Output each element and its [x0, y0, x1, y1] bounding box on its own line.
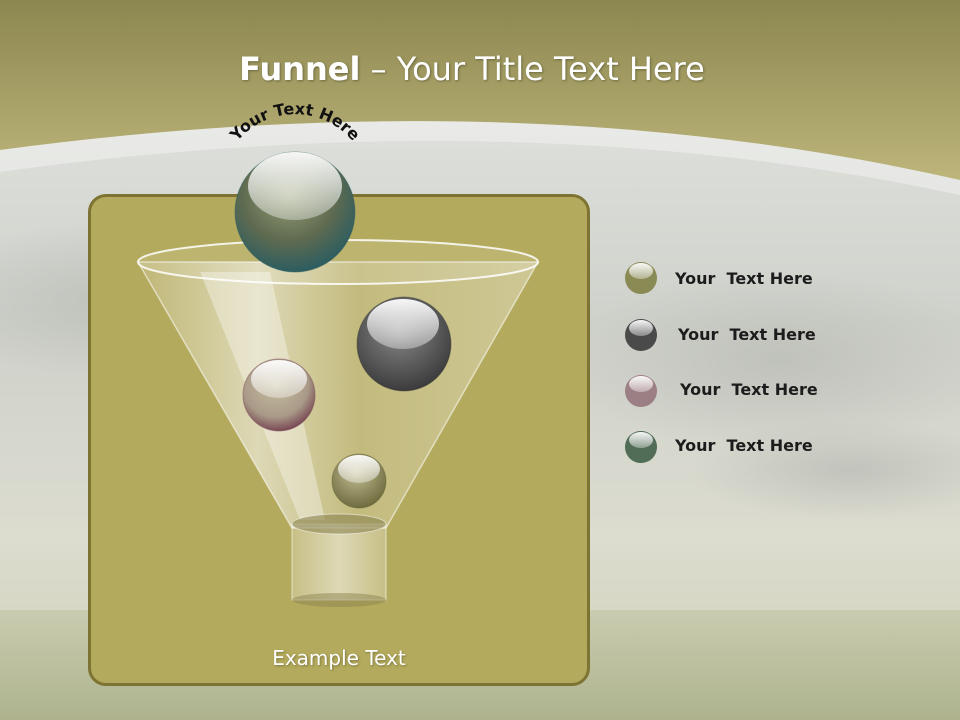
sphere-teal-top: [234, 151, 356, 273]
funnel-spout-bottom: [292, 593, 386, 607]
maroon-sphere-icon: [625, 375, 657, 407]
sphere-olive: [331, 453, 387, 509]
funnel-diagram: Your Text Here: [136, 99, 657, 607]
panel-label: Example Text: [272, 646, 406, 670]
legend-label-2: Your Text Here: [678, 325, 816, 344]
teal-sphere-icon: [625, 431, 657, 463]
sphere-maroon: [242, 358, 316, 432]
legend-label-3: Your Text Here: [680, 380, 818, 399]
funnel-spout: [291, 523, 387, 601]
funnel-spout-top: [291, 513, 387, 535]
sphere-gray: [356, 296, 452, 392]
slide: Funnel – Your Title Text Here Your Text …: [0, 0, 960, 720]
dark-gray-sphere-icon: [625, 319, 657, 351]
arc-label: Your Text Here: [225, 99, 364, 145]
olive-sphere-icon: [625, 262, 657, 294]
legend-label-1: Your Text Here: [675, 269, 813, 288]
legend-label-4: Your Text Here: [675, 436, 813, 455]
